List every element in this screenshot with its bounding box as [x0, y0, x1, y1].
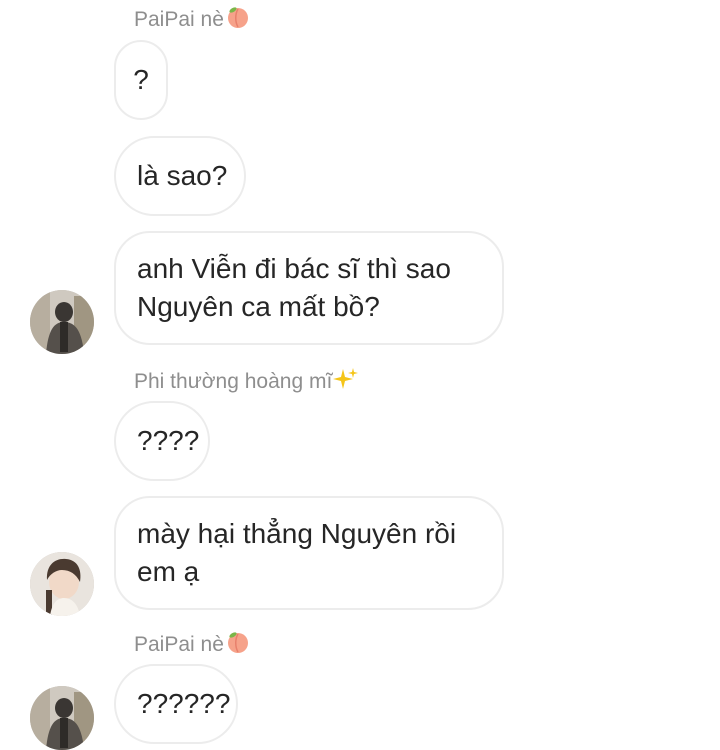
message-bubble[interactable]: anh Viễn đi bác sĩ thì sao Nguyên ca mất…: [114, 231, 504, 345]
message-text: ?: [133, 64, 149, 95]
avatar[interactable]: [30, 552, 94, 616]
message-line: mày hại thẳng Nguyên rồi: [137, 518, 457, 549]
avatar-phi-icon: [30, 552, 94, 616]
peach-icon: [225, 4, 251, 36]
message-line: em ạ: [137, 556, 200, 587]
message-line: Nguyên ca mất bồ?: [137, 291, 380, 322]
sender-name: Phi thường hoàng mĩ: [134, 366, 359, 398]
sparkles-icon: [333, 366, 359, 398]
avatar[interactable]: [30, 686, 94, 750]
sender-name: PaiPai nè: [134, 4, 251, 36]
message-bubble[interactable]: ?: [114, 40, 168, 120]
sender-name: PaiPai nè: [134, 629, 251, 661]
message-line: anh Viễn đi bác sĩ thì sao: [137, 253, 451, 284]
message-bubble[interactable]: ??????: [114, 664, 238, 744]
sender-name-text: PaiPai nè: [134, 8, 224, 31]
avatar-pai-icon: [30, 686, 94, 750]
peach-icon: [225, 629, 251, 661]
message-text: ????: [137, 425, 200, 456]
sender-name-text: PaiPai nè: [134, 633, 224, 656]
avatar[interactable]: [30, 290, 94, 354]
message-bubble[interactable]: ????: [114, 401, 210, 481]
sender-name-text: Phi thường hoàng mĩ: [134, 370, 333, 393]
message-text: ??????: [137, 688, 231, 719]
message-text: là sao?: [137, 160, 228, 191]
avatar-pai-icon: [30, 290, 94, 354]
message-bubble[interactable]: mày hại thẳng Nguyên rồi em ạ: [114, 496, 504, 610]
message-bubble[interactable]: là sao?: [114, 136, 246, 216]
